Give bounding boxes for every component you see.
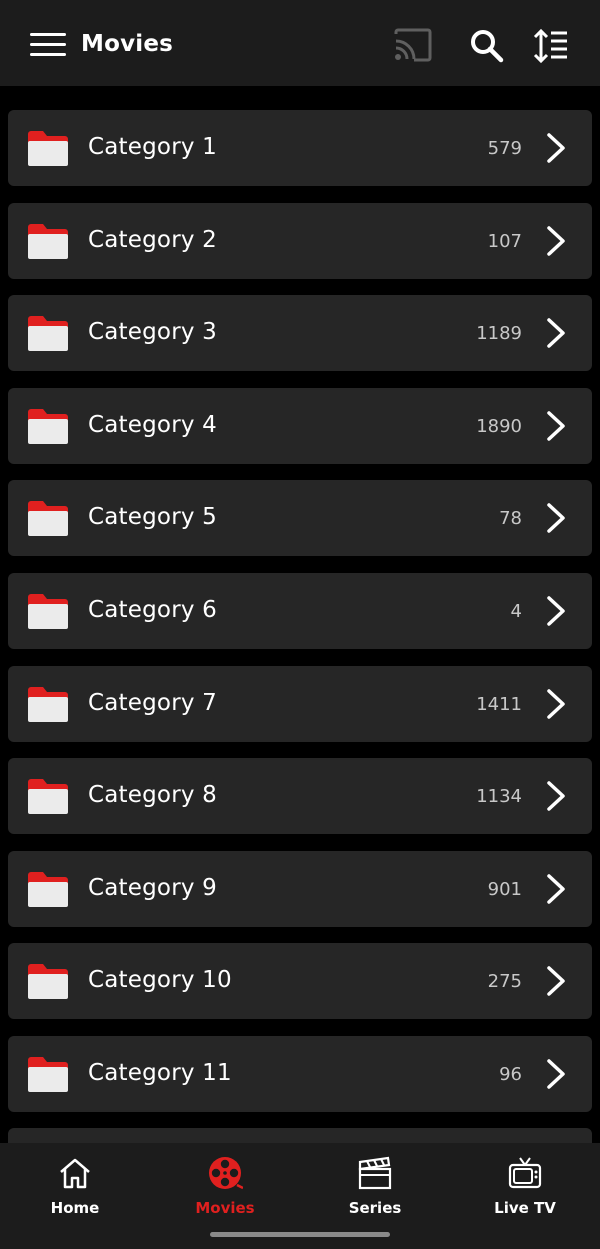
category-label: Category 4 bbox=[88, 412, 218, 438]
search-icon[interactable] bbox=[469, 28, 505, 64]
category-label: Category 11 bbox=[88, 1060, 232, 1086]
category-count: 579 bbox=[487, 138, 522, 159]
category-row[interactable]: Category 1 579 bbox=[8, 110, 592, 186]
category-row[interactable]: Category 9 901 bbox=[8, 851, 592, 927]
category-label: Category 9 bbox=[88, 875, 218, 901]
folder-icon bbox=[28, 316, 68, 351]
folder-icon bbox=[28, 1057, 68, 1092]
chevron-right-icon bbox=[547, 503, 565, 533]
home-icon bbox=[60, 1158, 90, 1189]
folder-icon bbox=[28, 501, 68, 536]
category-row[interactable]: Category 4 1890 bbox=[8, 388, 592, 464]
nav-item-series[interactable]: Series bbox=[310, 1151, 440, 1231]
cast-icon[interactable] bbox=[393, 28, 433, 62]
category-count: 4 bbox=[510, 601, 522, 622]
nav-item-live-tv[interactable]: Live TV bbox=[460, 1151, 590, 1231]
nav-label-live-tv: Live TV bbox=[494, 1199, 556, 1217]
category-label: Category 3 bbox=[88, 319, 218, 345]
home-indicator bbox=[210, 1232, 390, 1237]
chevron-right-icon bbox=[547, 596, 565, 626]
category-label: Category 10 bbox=[88, 967, 232, 993]
category-count: 1890 bbox=[476, 416, 522, 437]
nav-label-home: Home bbox=[50, 1199, 100, 1217]
category-row[interactable]: Category 5 78 bbox=[8, 480, 592, 556]
top-app-bar: Movies bbox=[0, 0, 600, 86]
category-row[interactable]: Category 10 275 bbox=[8, 943, 592, 1019]
category-label: Category 8 bbox=[88, 782, 218, 808]
chevron-right-icon bbox=[547, 133, 565, 163]
chevron-right-icon bbox=[547, 318, 565, 348]
folder-icon bbox=[28, 964, 68, 999]
category-label: Category 1 bbox=[88, 134, 218, 160]
folder-icon bbox=[28, 409, 68, 444]
chevron-right-icon bbox=[547, 1059, 565, 1089]
film-reel-icon bbox=[209, 1157, 243, 1190]
category-row[interactable]: Category 11 96 bbox=[8, 1036, 592, 1112]
chevron-right-icon bbox=[547, 689, 565, 719]
nav-item-movies[interactable]: Movies bbox=[160, 1151, 290, 1231]
movies-screen: Movies Category 1 579 Category 2 107 Categor… bbox=[0, 0, 600, 1249]
chevron-right-icon bbox=[547, 226, 565, 256]
list-item-partial[interactable] bbox=[8, 1128, 592, 1143]
category-count: 1411 bbox=[476, 694, 522, 715]
folder-icon bbox=[28, 779, 68, 814]
folder-icon bbox=[28, 224, 68, 259]
category-label: Category 7 bbox=[88, 690, 218, 716]
tv-icon bbox=[508, 1157, 542, 1189]
category-count: 78 bbox=[499, 508, 522, 529]
category-count: 1189 bbox=[476, 323, 522, 344]
category-count: 1134 bbox=[476, 786, 522, 807]
category-row[interactable]: Category 3 1189 bbox=[8, 295, 592, 371]
folder-icon bbox=[28, 131, 68, 166]
chevron-right-icon bbox=[547, 781, 565, 811]
category-label: Category 5 bbox=[88, 504, 218, 530]
nav-item-home[interactable]: Home bbox=[10, 1151, 140, 1231]
chevron-right-icon bbox=[547, 966, 565, 996]
category-count: 96 bbox=[499, 1064, 522, 1085]
chevron-right-icon bbox=[547, 411, 565, 441]
menu-icon[interactable] bbox=[30, 30, 66, 60]
folder-icon bbox=[28, 594, 68, 629]
clapperboard-icon bbox=[358, 1156, 392, 1190]
folder-icon bbox=[28, 687, 68, 722]
nav-label-series: Series bbox=[348, 1199, 402, 1217]
category-label: Category 6 bbox=[88, 597, 218, 623]
nav-label-movies: Movies bbox=[195, 1199, 255, 1217]
page-title: Movies bbox=[81, 31, 174, 57]
category-label: Category 2 bbox=[88, 227, 218, 253]
category-row[interactable]: Category 6 4 bbox=[8, 573, 592, 649]
category-count: 107 bbox=[487, 231, 522, 252]
sort-icon[interactable] bbox=[533, 28, 569, 64]
category-count: 275 bbox=[487, 971, 522, 992]
folder-icon bbox=[28, 872, 68, 907]
category-count: 901 bbox=[487, 879, 522, 900]
category-row[interactable]: Category 2 107 bbox=[8, 203, 592, 279]
category-row[interactable]: Category 7 1411 bbox=[8, 666, 592, 742]
category-row[interactable]: Category 8 1134 bbox=[8, 758, 592, 834]
chevron-right-icon bbox=[547, 874, 565, 904]
